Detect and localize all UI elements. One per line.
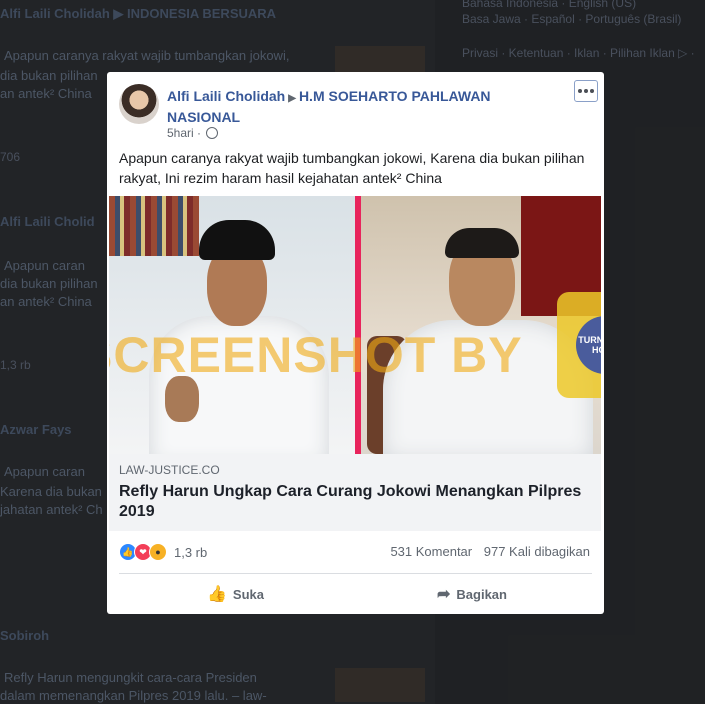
post-card: Alfi Laili Cholidah ▶ H.M SOEHARTO PAHLAWA…	[107, 72, 604, 614]
post-time[interactable]: 5hari	[167, 126, 194, 140]
post-header: Alfi Laili Cholidah ▶ H.M SOEHARTO PAHLAWA…	[167, 87, 517, 126]
author-name[interactable]: Alfi Laili Cholidah	[167, 88, 285, 104]
share-label: Bagikan	[456, 586, 507, 602]
turnbackhoax-badge: TURN BACK HOAX	[557, 292, 601, 398]
comment-count[interactable]: 531 Komentar	[390, 544, 472, 559]
divider	[119, 573, 592, 574]
photo-left	[109, 196, 355, 454]
share-arrow-icon: ➦	[437, 586, 451, 603]
link-title: Refly Harun Ungkap Cara Curang Jokowi Me…	[119, 483, 582, 520]
wow-reaction-icon: ●	[149, 543, 167, 561]
link-preview[interactable]: LAW-JUSTICE.CO Refly Harun Ungkap Cara C…	[109, 454, 601, 531]
avatar[interactable]	[119, 84, 159, 124]
arrow-right-icon: ▶	[288, 93, 296, 104]
post-stats: 531 Komentar 977 Kali dibagikan	[382, 544, 590, 559]
post-meta: 5hari ·	[167, 126, 219, 140]
globe-icon	[206, 127, 219, 139]
watermark: SCREENSHOT BY	[109, 327, 523, 383]
post-text: Apapun caranya rakyat wajib tumbangkan j…	[119, 150, 585, 186]
reaction-count: 1,3 rb	[174, 544, 208, 560]
reaction-summary[interactable]: 👍 ❤ ● 1,3 rb	[119, 542, 207, 562]
link-domain: LAW-JUSTICE.CO	[119, 463, 220, 477]
more-horizontal-icon	[578, 89, 582, 93]
like-button[interactable]: 👍 Suka	[207, 582, 264, 606]
more-options-button[interactable]	[574, 80, 598, 102]
link-preview-image[interactable]: SCREENSHOT BY TURN BACK HOAX i	[109, 196, 601, 454]
badge-label: TURN BACK HOAX	[576, 316, 601, 374]
meta-separator: ·	[197, 126, 202, 140]
like-label: Suka	[232, 586, 264, 602]
share-button[interactable]: ➦ Bagikan	[437, 582, 507, 606]
share-count[interactable]: 977 Kali dibagikan	[484, 544, 590, 559]
thumbs-up-icon: 👍	[207, 586, 227, 603]
